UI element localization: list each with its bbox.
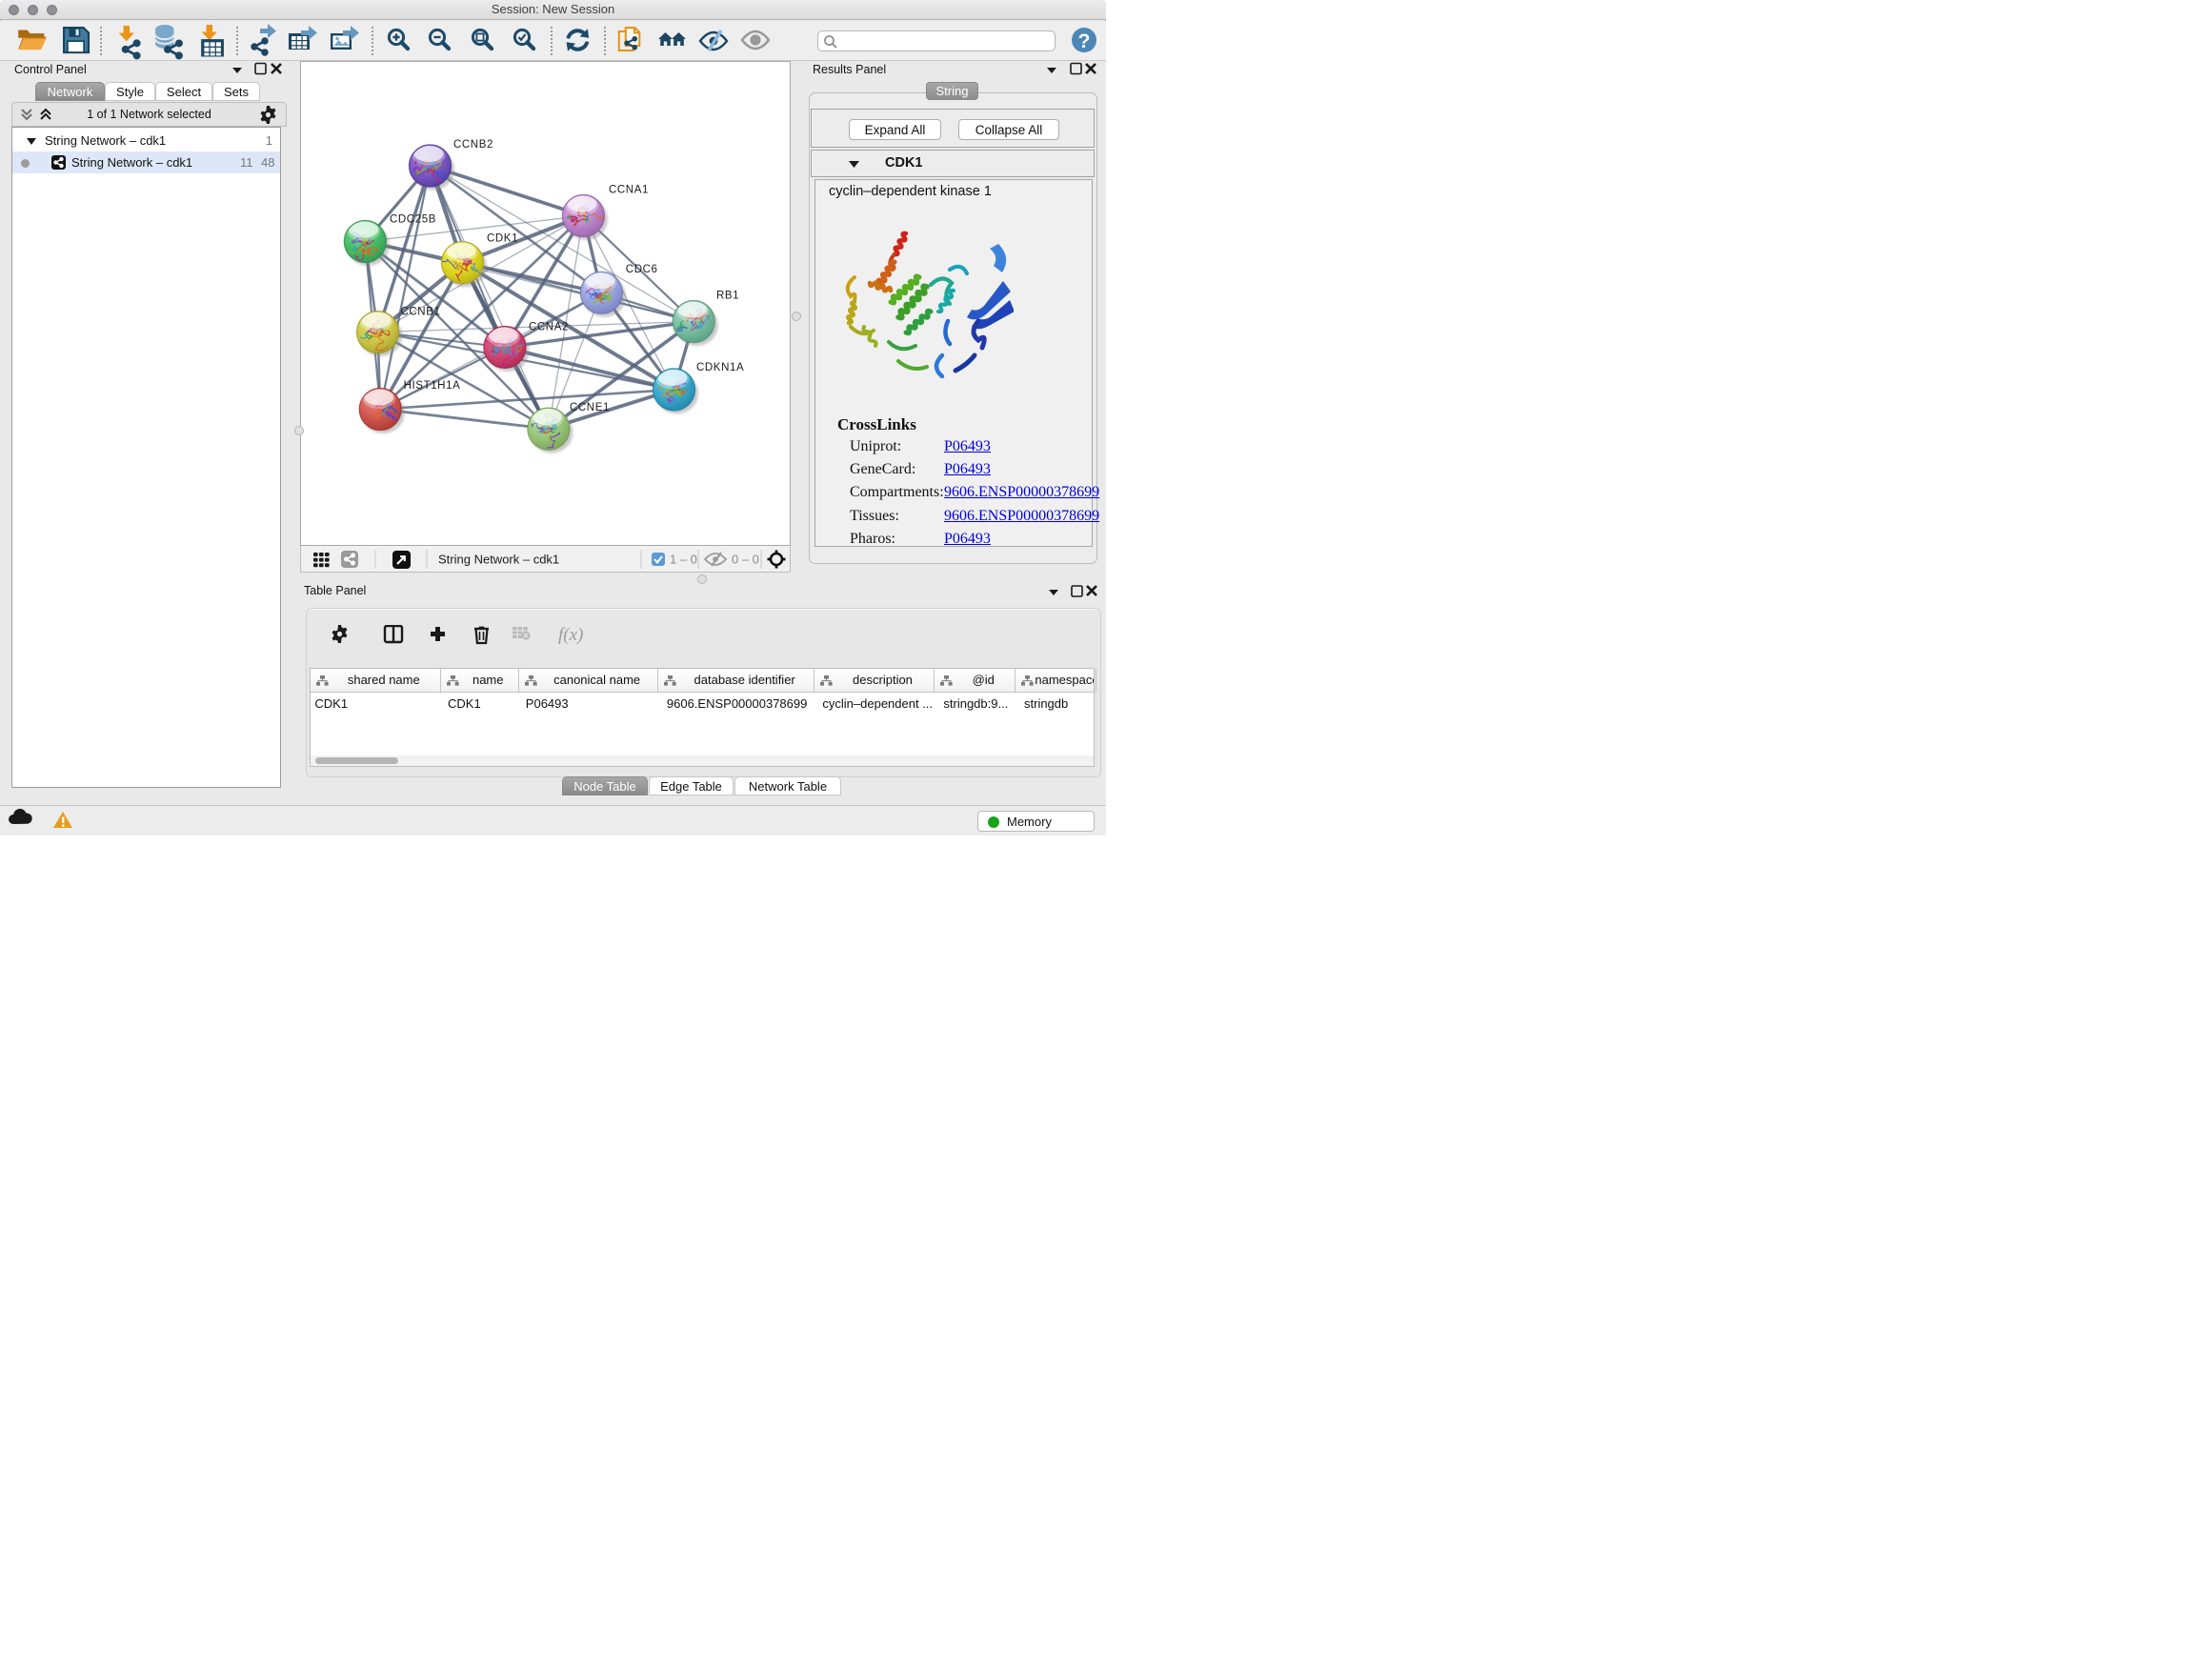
svg-text:?: ? <box>1078 30 1091 52</box>
svg-text:String Network – cdk1: String Network – cdk1 <box>438 553 559 567</box>
svg-text:CDK1: CDK1 <box>487 233 518 245</box>
svg-text:1 – 0: 1 – 0 <box>670 553 697 567</box>
svg-text:CCNE1: CCNE1 <box>570 402 610 413</box>
svg-text:CDKN1A: CDKN1A <box>696 362 744 373</box>
svg-text:HIST1H1A: HIST1H1A <box>404 380 461 392</box>
svg-text:0 – 0: 0 – 0 <box>732 553 759 567</box>
svg-text:f(x): f(x) <box>558 625 583 645</box>
svg-text:RB1: RB1 <box>716 291 739 302</box>
svg-text:CCNA1: CCNA1 <box>609 185 649 196</box>
svg-text:CDC6: CDC6 <box>626 264 658 275</box>
svg-text:CCNB2: CCNB2 <box>453 139 493 151</box>
svg-text:CDC25B: CDC25B <box>390 214 436 226</box>
svg-text:CCNA2: CCNA2 <box>529 321 569 332</box>
svg-text:CCNB1: CCNB1 <box>401 307 441 318</box>
